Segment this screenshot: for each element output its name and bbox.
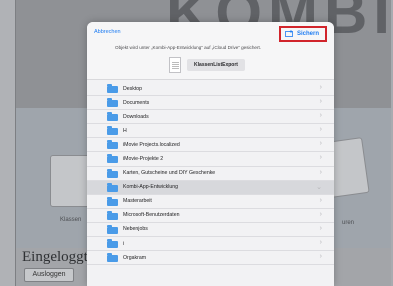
folder-row[interactable]: Orgakram › [87,251,334,266]
chevron-right-icon: › [319,239,322,247]
folder-row[interactable]: Microsoft-Benutzerdaten › [87,208,334,223]
folder-icon [107,140,118,150]
folder-row[interactable]: Documents › [87,96,334,111]
file-name-field[interactable]: KlassenListExport [187,59,245,71]
folder-icon [107,210,118,220]
chevron-right-icon: › [319,253,322,261]
logout-button[interactable]: Ausloggen [24,268,74,282]
chevron-right-icon: › [319,84,322,91]
class-list-card-label: Klassen [60,217,82,223]
folder-label: Kombi-App-Entwicklung [123,184,179,191]
folder-row[interactable]: Masterarbeit › [87,194,334,209]
folder-label: iMovie Projects.localized [123,141,180,148]
folder-label: Masterarbeit [123,198,152,205]
cancel-button[interactable]: Abbrechen [94,29,121,35]
folder-icon [107,154,118,164]
dialog-header: Abbrechen Sichern Objekt wird unter „Kom… [87,22,334,80]
chevron-right-icon: › [319,210,322,218]
folder-row[interactable]: Karten, Gutscheine und DIY Geschenke › [87,166,334,181]
chevron-right-icon: › [319,140,322,148]
folder-row[interactable]: Desktop › [87,82,334,97]
folder-icon [107,98,118,108]
folder-label: Documents [123,99,150,106]
folder-icon [107,112,118,122]
folder-icon [107,196,118,206]
chevron-right-icon: › [319,168,322,176]
folder-label: Desktop [123,85,143,92]
folder-label: Microsoft-Benutzerdaten [123,212,180,219]
folder-icon [107,224,118,234]
folder-icon [107,182,118,192]
chevron-right-icon: › [319,224,322,232]
class-list-card [50,155,90,207]
folder-row[interactable]: Kombi-App-Entwicklung ⌄ [87,180,334,195]
folder-icon [107,253,118,263]
chevron-right-icon: › [319,154,322,162]
folder-label: i [123,240,125,247]
save-location-info: Objekt wird unter „Kombi-App-Entwicklung… [115,45,262,50]
folder-label: Karten, Gutscheine und DIY Geschenke [123,170,216,177]
new-folder-icon[interactable] [285,30,294,37]
folder-icon [107,239,118,249]
folder-row[interactable]: Downloads › [87,110,334,125]
chevron-right-icon: › [319,196,322,204]
save-highlight-box[interactable]: Sichern [279,26,327,42]
document-icon [169,57,181,73]
folder-label: Orgakram [123,254,147,261]
folder-icon [107,84,118,93]
chevron-right-icon: › [319,126,322,134]
folder-row[interactable]: Nebenjobs › [87,222,334,238]
save-dialog: Abbrechen Sichern Objekt wird unter „Kom… [87,22,334,286]
folder-row[interactable]: iMovie-Projekte 2 › [87,152,334,167]
tablet-card-label: uren [342,220,355,226]
folder-row[interactable]: i › [87,237,334,252]
folder-label: Downloads [123,113,149,120]
folder-icon [107,126,118,136]
folder-icon [107,168,118,178]
folder-label: Nebenjobs [123,226,148,233]
chevron-right-icon: › [319,98,322,106]
folder-row[interactable]: H › [87,124,334,139]
chevron-down-icon: ⌄ [316,183,322,191]
folder-list: Desktop › Documents › Downloads › H › iMovie Pro… [87,82,334,266]
folder-row[interactable]: iMovie Projects.localized › [87,138,334,153]
chevron-right-icon: › [319,112,322,120]
folder-label: iMovie-Projekte 2 [123,155,164,162]
left-frame [0,0,16,286]
folder-label: H [123,127,127,134]
login-status-label: Eingeloggt: [22,249,92,265]
save-button[interactable]: Sichern [297,31,319,37]
